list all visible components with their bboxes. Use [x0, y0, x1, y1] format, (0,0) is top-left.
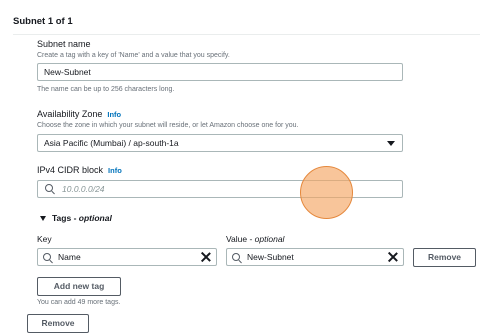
subnet-settings-card: Subnet 1 of 1 Subnet name Create a tag w…: [0, 0, 480, 335]
tags-toggle-optional: optional: [78, 213, 112, 223]
search-icon: [232, 253, 240, 261]
card-title: Subnet 1 of 1: [13, 16, 73, 27]
expand-caret-icon: [40, 216, 46, 221]
tag-value-header-optional: optional: [254, 234, 285, 244]
availability-zone-description: Choose the zone in which your subnet wil…: [37, 122, 299, 129]
close-icon[interactable]: [388, 252, 398, 262]
tags-toggle-label: Tags -: [52, 213, 79, 223]
cidr-label-text: IPv4 CIDR block: [37, 165, 104, 175]
search-icon: [45, 184, 53, 192]
close-icon[interactable]: [201, 252, 211, 262]
availability-zone-info-link[interactable]: Info: [107, 110, 121, 119]
subnet-name-input[interactable]: New-Subnet: [37, 63, 403, 81]
remove-subnet-button[interactable]: Remove: [27, 314, 89, 333]
tag-value-header: Value - optional: [226, 234, 284, 244]
card-header: [13, 10, 480, 35]
cidr-label: IPv4 CIDR block Info: [37, 165, 122, 175]
subnet-name-description: Create a tag with a key of 'Name' and a …: [37, 52, 230, 59]
remove-tag-button[interactable]: Remove: [413, 248, 476, 267]
tag-key-header: Key: [37, 234, 52, 244]
availability-zone-selected: Asia Pacific (Mumbai) / ap-south-1a: [44, 138, 179, 148]
caret-down-icon: [387, 141, 395, 146]
add-new-tag-button[interactable]: Add new tag: [37, 277, 121, 296]
availability-zone-select[interactable]: Asia Pacific (Mumbai) / ap-south-1a: [37, 134, 403, 152]
subnet-name-label: Subnet name: [37, 39, 91, 49]
tag-value-header-text: Value -: [226, 234, 255, 244]
subnet-name-constraint: The name can be up to 256 characters lon…: [37, 86, 175, 93]
availability-zone-label-text: Availability Zone: [37, 109, 103, 119]
tags-remaining-hint: You can add 49 more tags.: [37, 299, 121, 306]
click-indicator: [300, 166, 353, 219]
tag-value-input[interactable]: New-Subnet: [226, 248, 404, 266]
cidr-info-link[interactable]: Info: [108, 166, 122, 175]
availability-zone-label: Availability Zone Info: [37, 109, 121, 119]
search-icon: [43, 253, 51, 261]
tags-toggle[interactable]: Tags - optional: [52, 213, 112, 223]
tag-key-input[interactable]: Name: [37, 248, 217, 266]
